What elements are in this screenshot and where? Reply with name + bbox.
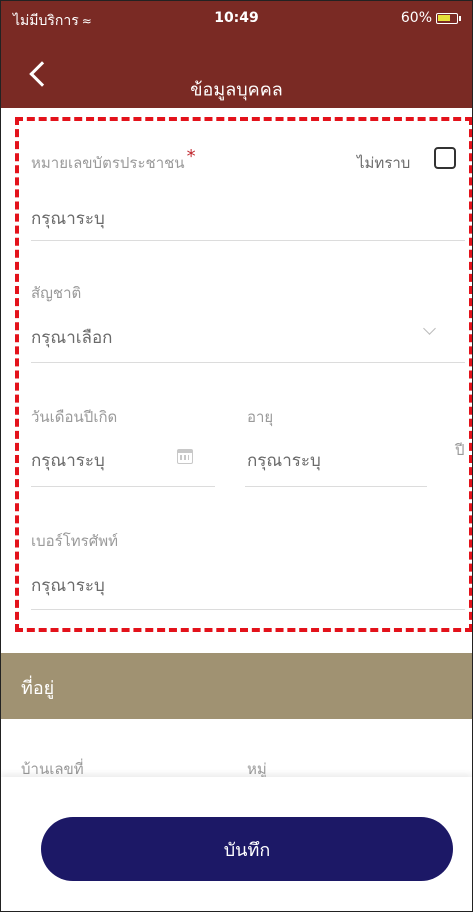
page-title: ข้อมูลบุคคล — [190, 79, 283, 101]
nationality-label: สัญชาติ — [31, 284, 82, 302]
app-header: ไม่มีบริการ ≈ 10:49 60% ข้อมูลบุคคล — [1, 1, 472, 108]
nationality-underline — [31, 362, 465, 363]
calendar-icon[interactable] — [177, 449, 193, 464]
nationality-select[interactable]: กรุณาเลือก — [31, 324, 112, 351]
birth-date-underline — [31, 486, 215, 487]
age-unit: ปี — [455, 441, 465, 459]
age-input[interactable]: กรุณาระบุ — [247, 447, 321, 474]
nav-bar: ข้อมูลบุคคล — [1, 61, 472, 103]
personal-info-form: หมายเลขบัตรประชาชน * ไม่ทราบ กรุณาระบุ สั… — [15, 117, 472, 632]
id-card-input[interactable]: กรุณาระบุ — [31, 205, 105, 232]
battery-status: 60% — [400, 10, 461, 26]
chevron-down-icon[interactable] — [423, 322, 436, 335]
age-underline — [245, 486, 427, 487]
battery-percent: 60% — [400, 10, 432, 26]
id-card-label: หมายเลขบัตรประชาชน * — [31, 146, 196, 175]
unknown-checkbox[interactable] — [434, 147, 456, 169]
save-button[interactable]: บันทึก — [41, 817, 453, 881]
screen: ไม่มีบริการ ≈ 10:49 60% ข้อมูลบุคคล หมายเ… — [0, 0, 473, 912]
required-mark: * — [186, 146, 196, 167]
unknown-label: ไม่ทราบ — [357, 154, 411, 172]
address-title: ที่อยู่ — [21, 678, 55, 699]
status-bar: ไม่มีบริการ ≈ 10:49 60% — [1, 1, 472, 37]
id-card-label-text: หมายเลขบัตรประชาชน — [31, 154, 185, 172]
phone-input[interactable]: กรุณาระบุ — [31, 572, 105, 599]
phone-underline — [31, 609, 465, 610]
address-section-header: ที่อยู่ — [1, 653, 472, 719]
age-label: อายุ — [247, 408, 274, 426]
birth-date-input[interactable]: กรุณาระบุ — [31, 447, 105, 474]
phone-label: เบอร์โทรศัพท์ — [31, 532, 119, 550]
birth-date-label: วันเดือนปีเกิด — [31, 408, 118, 426]
id-card-underline — [31, 240, 465, 241]
battery-icon — [436, 12, 461, 24]
bottom-action-bar: บันทึก — [1, 777, 472, 911]
